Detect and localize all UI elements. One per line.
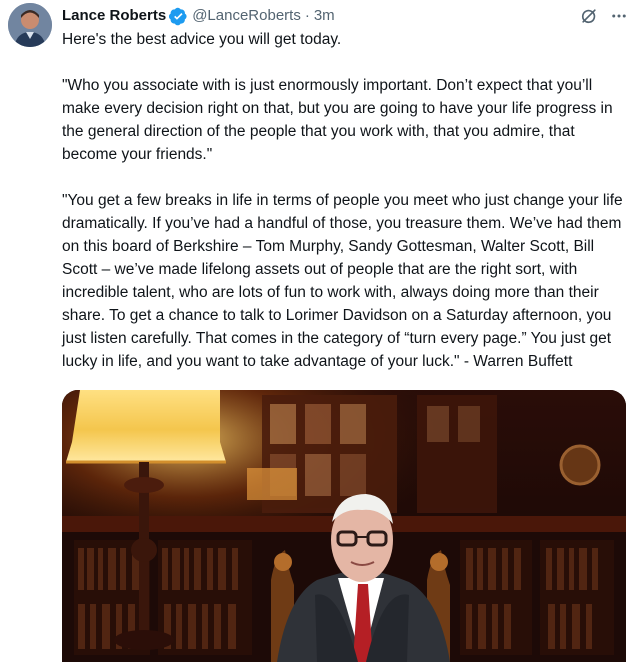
more-options-icon[interactable]: [609, 6, 629, 26]
tweet-paragraph: "You get a few breaks in life in terms o…: [62, 192, 623, 370]
tweet-card[interactable]: Lance Roberts @LanceRoberts · 3m Here's …: [0, 0, 637, 662]
grok-icon[interactable]: [579, 6, 599, 26]
tweet-paragraph: Here's the best advice you will get toda…: [62, 31, 342, 48]
tweet-media-photo[interactable]: [62, 390, 626, 662]
photo-library-portrait: [62, 390, 626, 662]
header-separator: ·: [304, 7, 310, 24]
tweet-timestamp[interactable]: 3m: [314, 6, 335, 26]
author-avatar[interactable]: [8, 3, 52, 47]
avatar-portrait-image: [8, 3, 52, 47]
verified-badge-icon: [169, 7, 187, 25]
tweet-header: Lance Roberts @LanceRoberts · 3m: [62, 5, 335, 27]
author-name[interactable]: Lance Roberts: [62, 6, 166, 26]
more-dots-icon: [612, 14, 626, 18]
tweet-paragraph: "Who you associate with is just enormous…: [62, 77, 613, 163]
tweet-text: Here's the best advice you will get toda…: [62, 28, 630, 373]
author-handle[interactable]: @LanceRoberts: [192, 6, 301, 26]
